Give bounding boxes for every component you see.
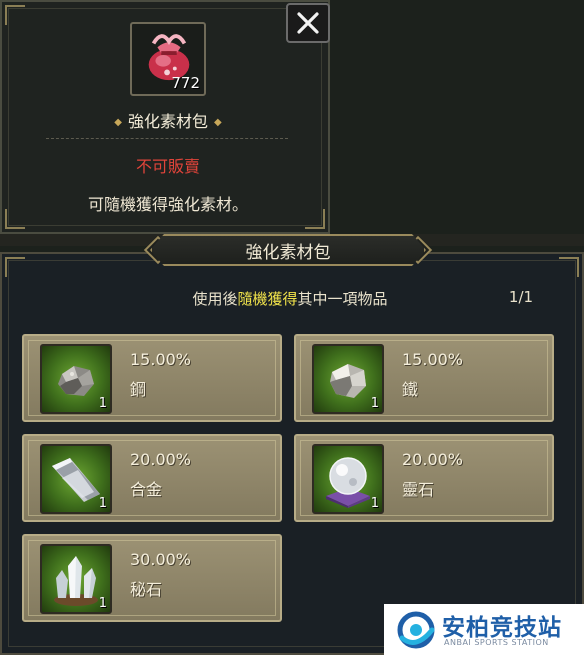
reward-card[interactable]: 1 15.00% 鐵 [294, 334, 554, 422]
reward-icon-slot[interactable]: 1 [40, 544, 112, 614]
reward-quantity: 1 [98, 596, 107, 611]
pack-title: 強化素材包 [245, 242, 331, 263]
item-tooltip: 772 ◆ 強化素材包 ◆ 不可販賣 可隨機獲得強化素材。 [0, 0, 330, 234]
watermark-name: 安柏竞技站 [442, 615, 562, 641]
spirit-orb-icon [326, 457, 370, 508]
anbai-logo-icon [397, 611, 435, 649]
diamond-ornament-icon: ◆ [114, 117, 122, 128]
reward-card[interactable]: 1 20.00% 合金 [22, 434, 282, 522]
unsellable-status: 不可販賣 [135, 157, 200, 176]
instruction-text: 其中一項物品 [297, 290, 388, 308]
instruction-highlight: 隨機獲得 [237, 290, 298, 308]
reward-probability: 20.00% [130, 450, 192, 469]
item-stack-count: 772 [171, 74, 200, 92]
steel-ore-icon [58, 366, 94, 396]
reward-name: 鋼 [130, 380, 147, 399]
tooltip-divider [46, 138, 288, 139]
frame-corner-ornament [5, 209, 25, 229]
reward-probability: 20.00% [402, 450, 464, 469]
reward-card[interactable]: 1 30.00% 秘石 [22, 534, 282, 622]
watermark-subtitle: ANBAI SPORTS STATION [444, 638, 549, 647]
close-button[interactable] [286, 3, 330, 43]
reward-quantity: 1 [370, 396, 379, 411]
page-indicator: 1/1 [508, 288, 534, 306]
reward-name: 合金 [130, 480, 163, 499]
pack-title-tab: 強化素材包 [150, 234, 426, 266]
alloy-ingot-icon [52, 458, 100, 502]
reward-name: 鐵 [402, 380, 419, 399]
item-description: 可隨機獲得強化素材。 [87, 195, 248, 214]
item-name-text: 強化素材包 [127, 112, 208, 131]
close-icon [297, 12, 319, 34]
frame-corner-ornament [5, 5, 25, 25]
reward-name: 靈石 [402, 480, 435, 499]
reward-probability: 30.00% [130, 550, 192, 569]
diamond-ornament-icon: ◆ [214, 117, 222, 128]
instruction-text: 使用後 [192, 290, 238, 308]
reward-quantity: 1 [98, 396, 107, 411]
tooltip-item-name: ◆ 強化素材包 ◆ [72, 108, 264, 132]
reward-icon-slot[interactable]: 1 [40, 344, 112, 414]
iron-ore-icon [330, 364, 366, 398]
frame-corner-ornament [559, 257, 579, 277]
reward-name: 秘石 [130, 580, 163, 599]
reward-icon-slot[interactable]: 1 [312, 344, 384, 414]
reward-probability: 15.00% [402, 350, 464, 369]
reward-quantity: 1 [98, 496, 107, 511]
reward-card[interactable]: 1 15.00% 鋼 [22, 334, 282, 422]
crystal-cluster-icon [54, 556, 98, 606]
reward-probability: 15.00% [130, 350, 192, 369]
reward-card[interactable]: 1 20.00% 靈石 [294, 434, 554, 522]
reward-quantity: 1 [370, 496, 379, 511]
reward-icon-slot[interactable]: 1 [312, 444, 384, 514]
frame-corner-ornament [305, 209, 325, 229]
site-watermark: 安柏竞技站 ANBAI SPORTS STATION [384, 604, 584, 655]
item-icon-slot: 772 [130, 22, 206, 96]
reward-icon-slot[interactable]: 1 [40, 444, 112, 514]
frame-corner-ornament [5, 257, 25, 277]
usage-instruction: 使用後隨機獲得其中一項物品 [100, 288, 480, 309]
